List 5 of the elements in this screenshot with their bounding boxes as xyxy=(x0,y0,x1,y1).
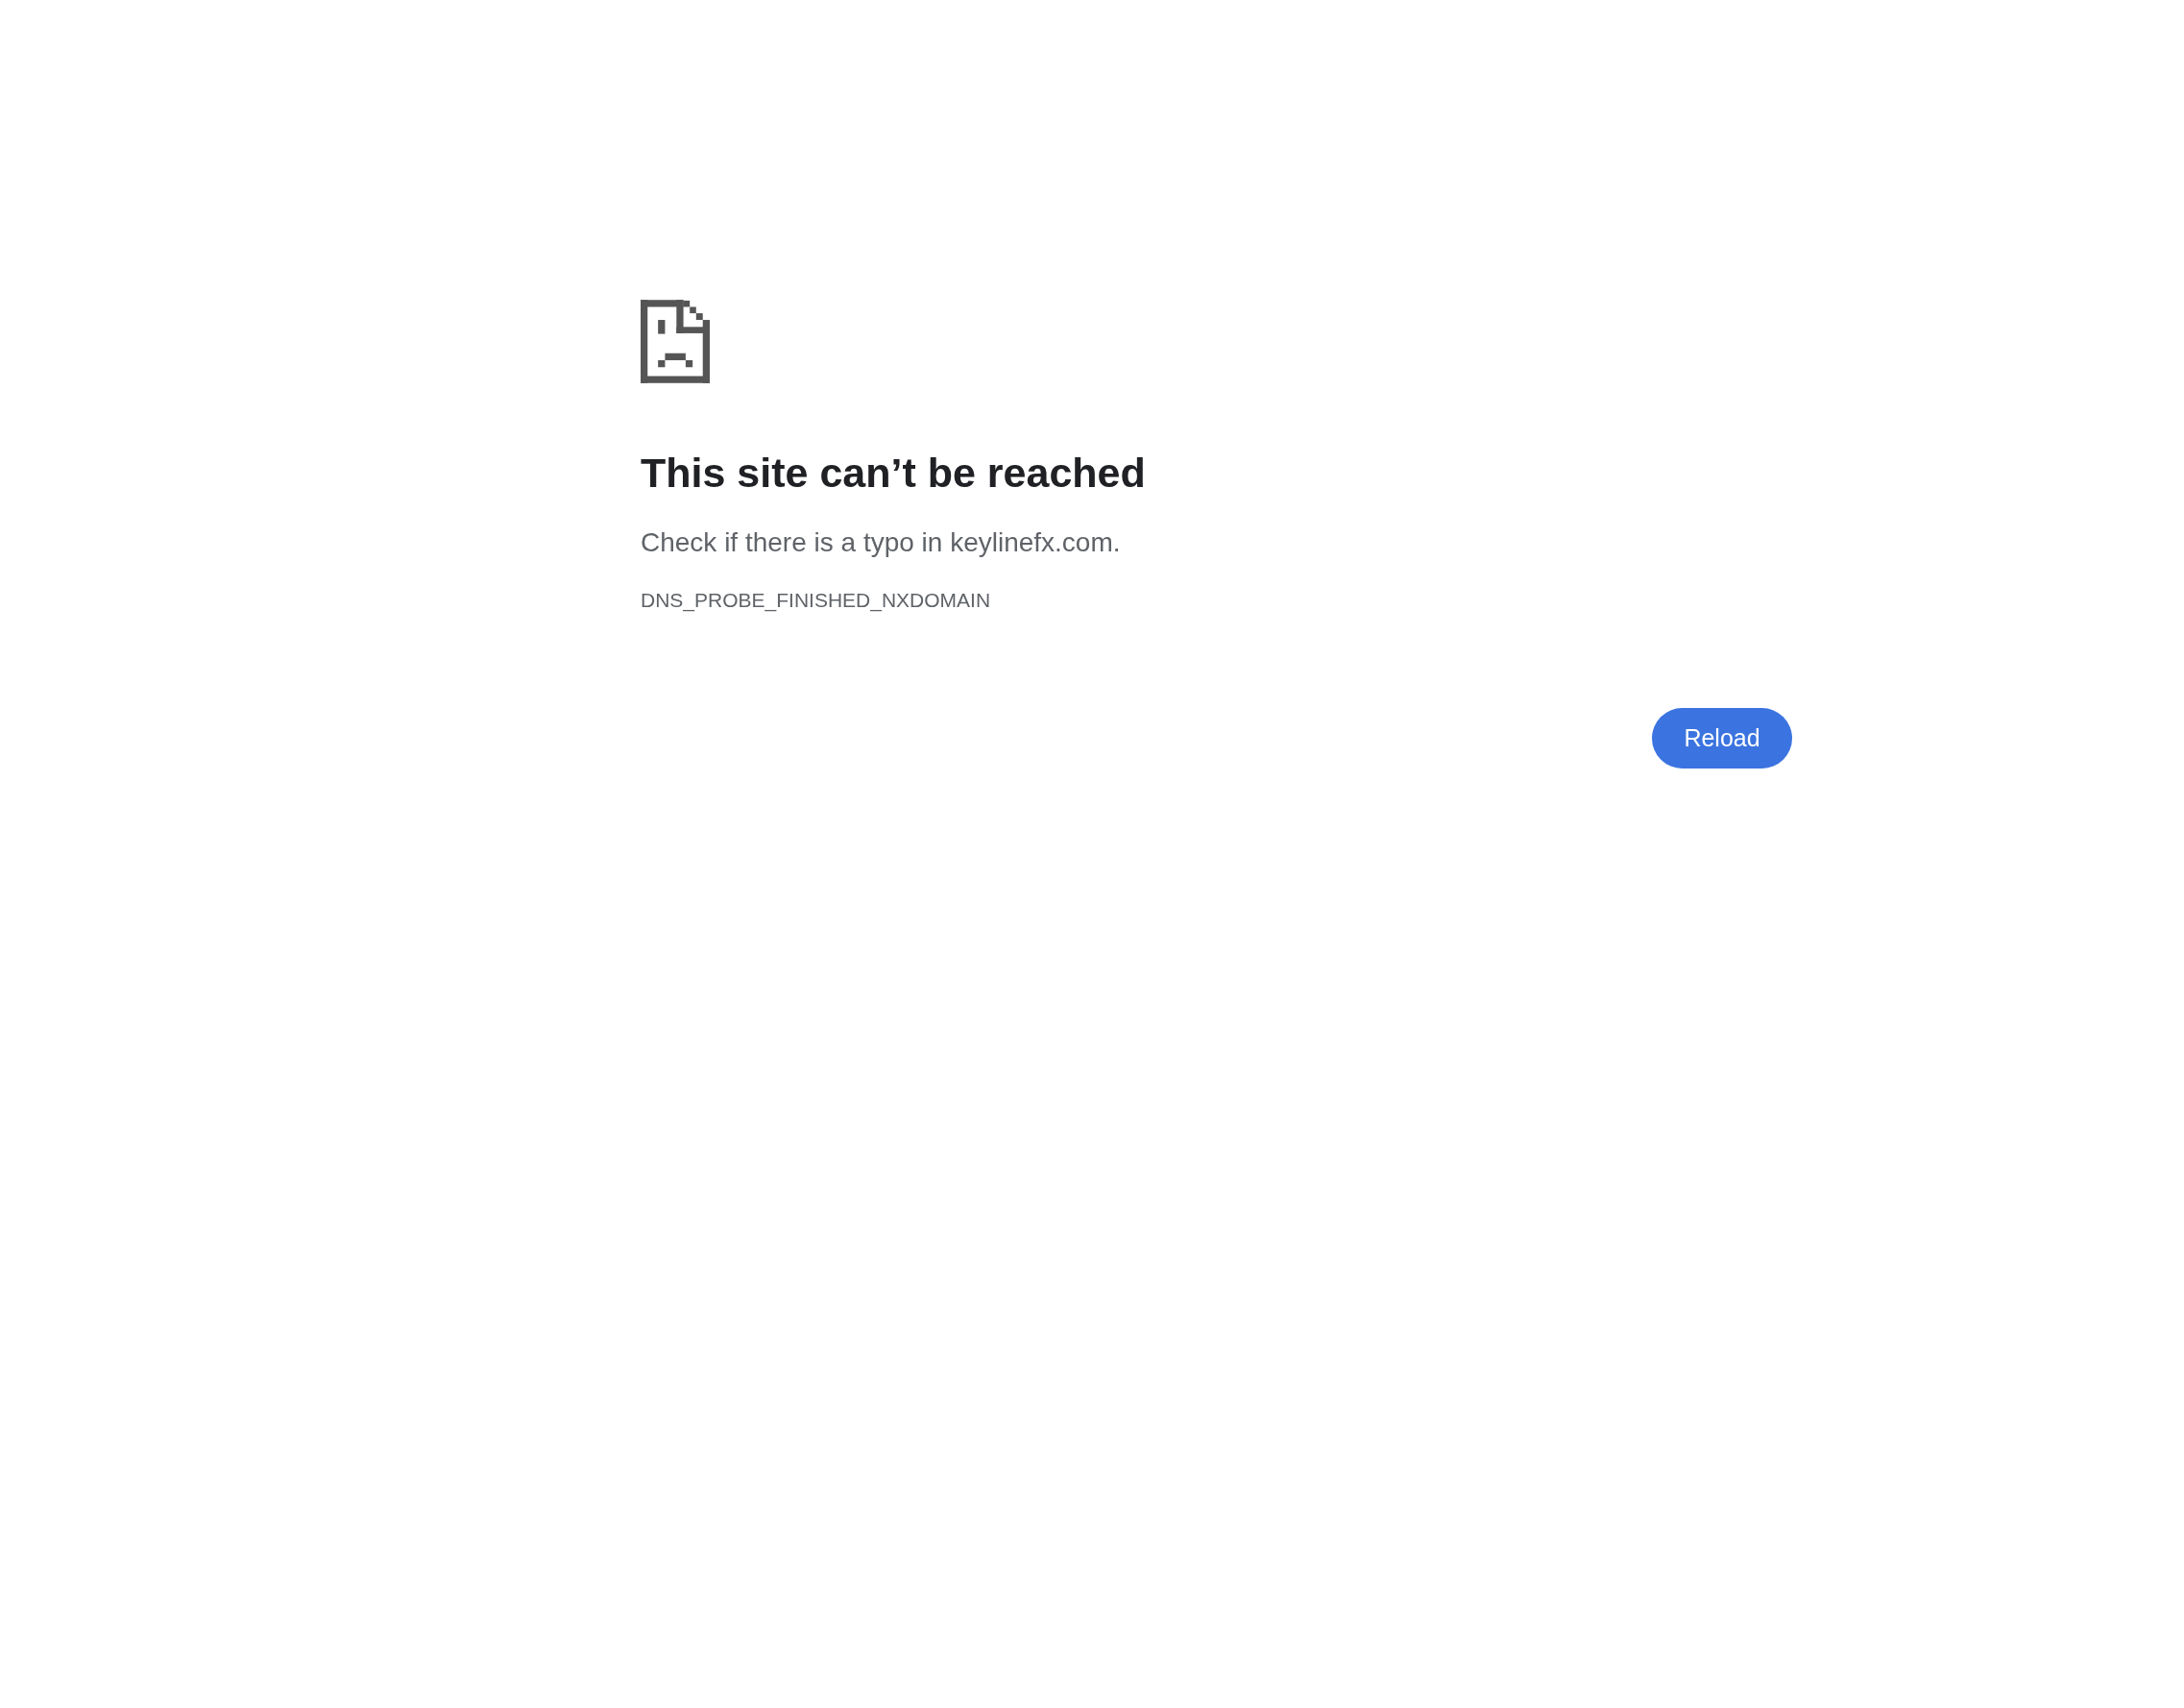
error-code: DNS_PROBE_FINISHED_NXDOMAIN xyxy=(641,588,992,612)
reload-button[interactable]: Reload xyxy=(1652,707,1792,769)
error-heading: This site can’t be reached xyxy=(641,449,1147,498)
error-message: Check if there is a typo in keylinefx.com. xyxy=(641,526,1122,558)
sad-page-icon xyxy=(641,300,710,383)
